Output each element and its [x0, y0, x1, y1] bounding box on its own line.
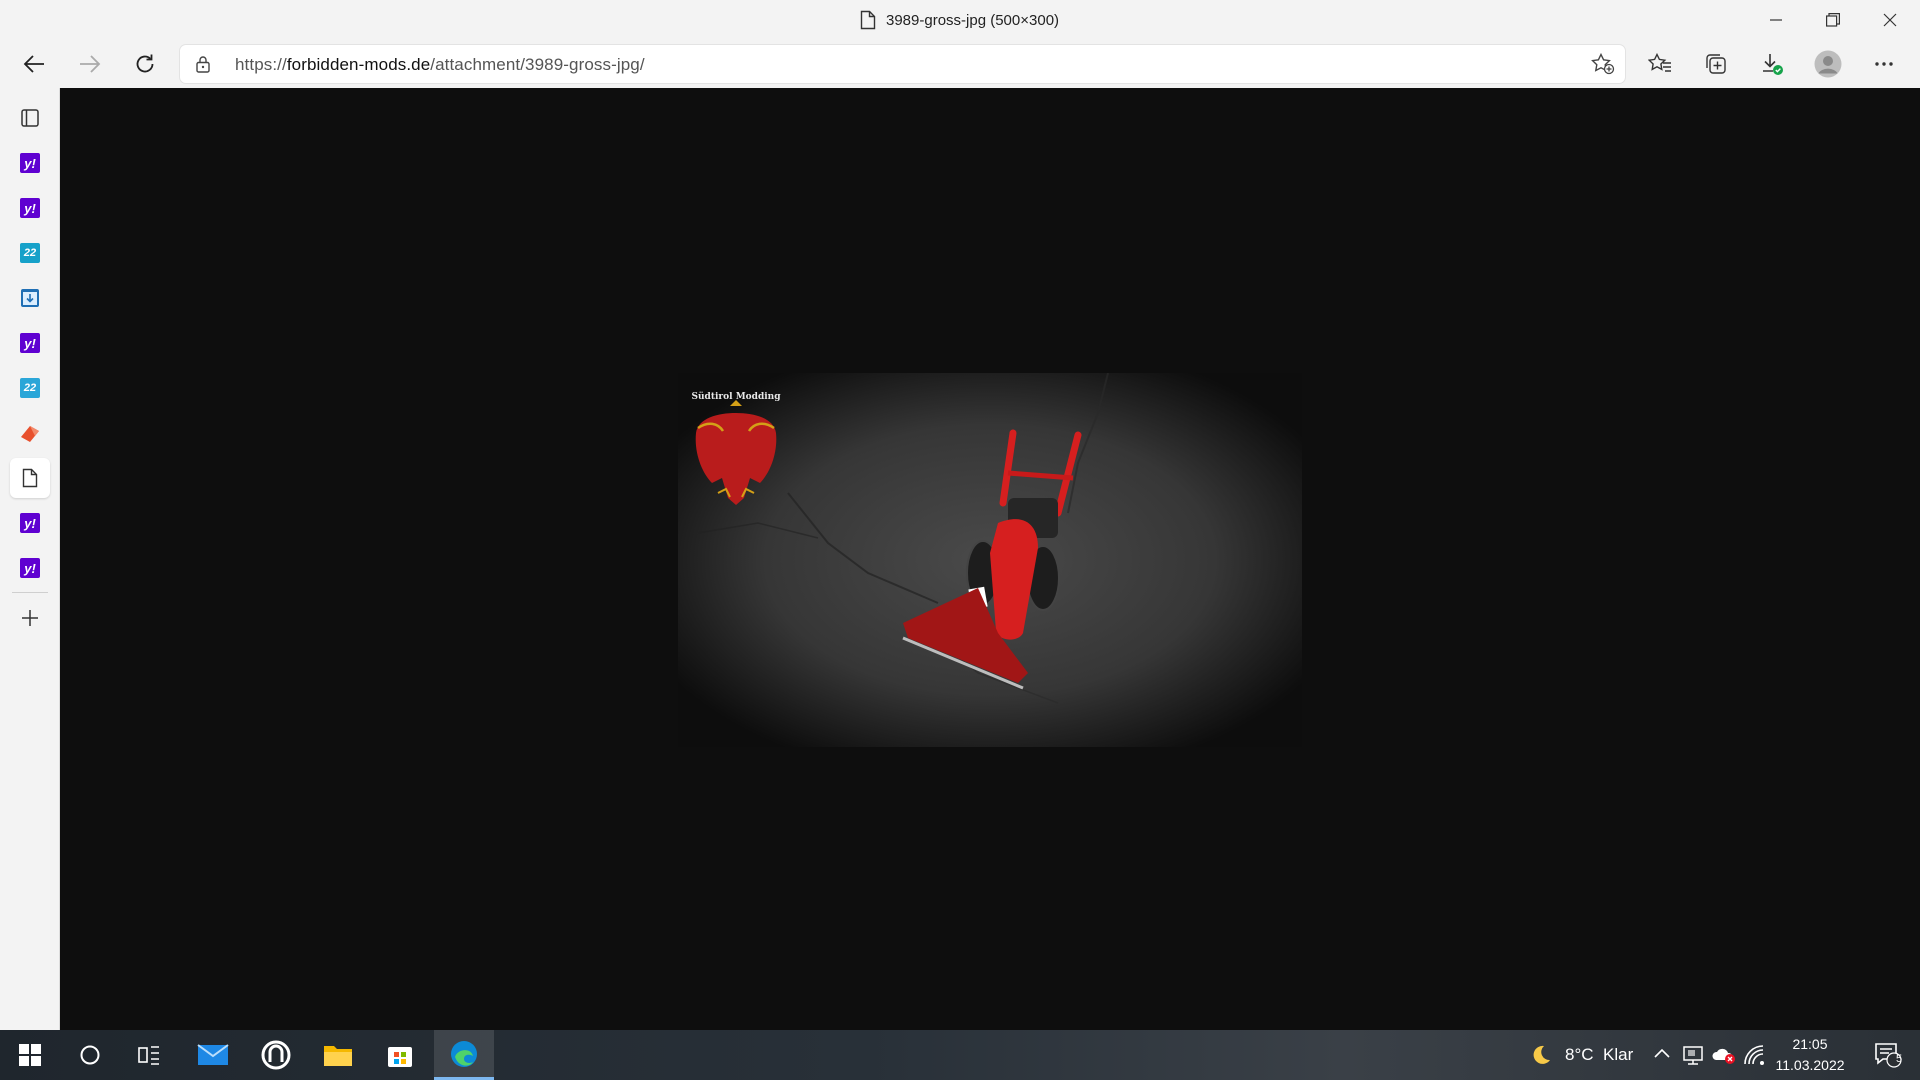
- task-view-button[interactable]: [122, 1030, 178, 1080]
- refresh-icon: [136, 54, 154, 73]
- notification-center-button[interactable]: 5: [1860, 1030, 1916, 1080]
- weather-text[interactable]: Klar: [1603, 1045, 1633, 1065]
- title-bar: 3989-gross-jpg (500×300): [0, 0, 1920, 40]
- search-button[interactable]: [62, 1030, 118, 1080]
- close-button[interactable]: [1862, 0, 1918, 40]
- logo-text: Südtirol Modding: [691, 391, 781, 402]
- sidebar-tab-yahoo-2[interactable]: y!: [10, 188, 50, 228]
- displayed-image[interactable]: Südtirol Modding: [678, 373, 1302, 747]
- yahoo-icon: y!: [20, 198, 40, 218]
- forward-button[interactable]: [70, 44, 110, 84]
- yahoo-icon: y!: [20, 513, 40, 533]
- window-title-text: 3989-gross-jpg (500×300): [886, 11, 1060, 29]
- tab-actions-button[interactable]: [10, 98, 50, 138]
- sidebar-tab-office[interactable]: [10, 413, 50, 453]
- office-icon: [21, 426, 39, 442]
- folder-icon: [324, 1046, 352, 1066]
- add-favorite-icon[interactable]: [1591, 53, 1615, 75]
- collections-icon: [1706, 54, 1726, 74]
- onedrive-error-icon[interactable]: [1711, 1044, 1737, 1066]
- store-icon: [388, 1047, 412, 1067]
- download-app-icon: [21, 289, 39, 307]
- taskbar-edge[interactable]: [434, 1030, 494, 1080]
- tab-actions-icon: [21, 109, 39, 127]
- yahoo-icon: y!: [20, 153, 40, 173]
- browser-toolbar: https://forbidden-mods.de/attachment/398…: [0, 40, 1920, 88]
- moon-weather-icon: [1533, 1045, 1550, 1064]
- image-content: Südtirol Modding: [678, 373, 1302, 747]
- favorites-button[interactable]: [1640, 44, 1680, 84]
- plus-icon: [22, 610, 38, 626]
- url-path: /attachment/3989-gross-jpg/: [430, 55, 645, 74]
- app-22-icon: 22: [20, 378, 40, 398]
- downloads-button[interactable]: [1752, 44, 1792, 84]
- new-tab-button[interactable]: [10, 598, 50, 638]
- lock-icon[interactable]: [194, 55, 212, 73]
- taskbar-mail[interactable]: [185, 1030, 241, 1080]
- sidebar-tab-yahoo-3[interactable]: y!: [10, 323, 50, 363]
- windows-logo-icon: [19, 1044, 41, 1066]
- edge-icon: [451, 1040, 477, 1067]
- mail-icon: [197, 1044, 229, 1065]
- restore-button[interactable]: [1805, 0, 1861, 40]
- avatar-icon: [1814, 50, 1842, 78]
- close-icon: [1883, 13, 1897, 27]
- taskbar-app[interactable]: [248, 1030, 304, 1080]
- settings-more-button[interactable]: [1864, 44, 1904, 84]
- document-icon: [22, 468, 38, 488]
- weather-temp[interactable]: 8°C: [1565, 1045, 1594, 1065]
- sidebar-tab-yahoo-4[interactable]: y!: [10, 503, 50, 543]
- windows-taskbar: 8°C Klar 21:05 11.03.2022 5: [0, 1030, 1920, 1080]
- image-viewer: Südtirol Modding: [60, 88, 1920, 1030]
- back-button[interactable]: [14, 44, 54, 84]
- favorites-icon: [1648, 53, 1671, 72]
- window-title: 3989-gross-jpg (500×300): [860, 9, 1059, 31]
- start-button[interactable]: [2, 1030, 58, 1080]
- more-icon: [1875, 62, 1893, 66]
- sidebar-tab-yahoo-5[interactable]: y!: [10, 548, 50, 588]
- search-circle-icon: [80, 1045, 100, 1065]
- profile-button[interactable]: [1808, 44, 1848, 84]
- vertical-tabs-sidebar: y! y! 22 y! 22 y! y!: [0, 88, 60, 1030]
- network-monitor-icon[interactable]: [1682, 1044, 1704, 1066]
- app-icon: [261, 1040, 291, 1070]
- minimize-icon: [1770, 19, 1782, 21]
- address-bar[interactable]: https://forbidden-mods.de/attachment/398…: [180, 45, 1625, 83]
- sidebar-tab-document-active[interactable]: [10, 458, 50, 498]
- address-url[interactable]: https://forbidden-mods.de/attachment/398…: [235, 55, 645, 75]
- download-icon: [1763, 54, 1783, 75]
- document-icon: [860, 10, 876, 30]
- url-host: forbidden-mods.de: [286, 55, 431, 74]
- task-view-icon: [138, 1046, 159, 1065]
- collections-button[interactable]: [1696, 44, 1736, 84]
- yahoo-icon: y!: [20, 558, 40, 578]
- app-22-icon: 22: [20, 243, 40, 263]
- taskbar-file-explorer[interactable]: [310, 1030, 366, 1080]
- url-prefix: https://: [235, 55, 287, 74]
- taskbar-store[interactable]: [372, 1030, 428, 1080]
- restore-icon: [1826, 13, 1840, 27]
- system-clock[interactable]: 21:05 11.03.2022: [1770, 1034, 1850, 1076]
- sidebar-divider: [12, 592, 48, 593]
- wifi-icon[interactable]: [1743, 1044, 1765, 1066]
- yahoo-icon: y!: [20, 333, 40, 353]
- minimize-button[interactable]: [1748, 0, 1804, 40]
- chevron-up-icon[interactable]: [1654, 1048, 1670, 1058]
- sidebar-tab-app-22-1[interactable]: 22: [10, 233, 50, 273]
- sidebar-tab-yahoo-1[interactable]: y!: [10, 143, 50, 183]
- back-arrow-icon: [23, 55, 44, 73]
- clock-time: 21:05: [1792, 1036, 1828, 1052]
- refresh-button[interactable]: [125, 44, 165, 84]
- clock-date: 11.03.2022: [1775, 1057, 1845, 1073]
- notification-count: 5: [1895, 1053, 1903, 1065]
- sidebar-tab-app-22-2[interactable]: 22: [10, 368, 50, 408]
- sidebar-tab-download-app[interactable]: [10, 278, 50, 318]
- forward-arrow-icon: [80, 55, 101, 73]
